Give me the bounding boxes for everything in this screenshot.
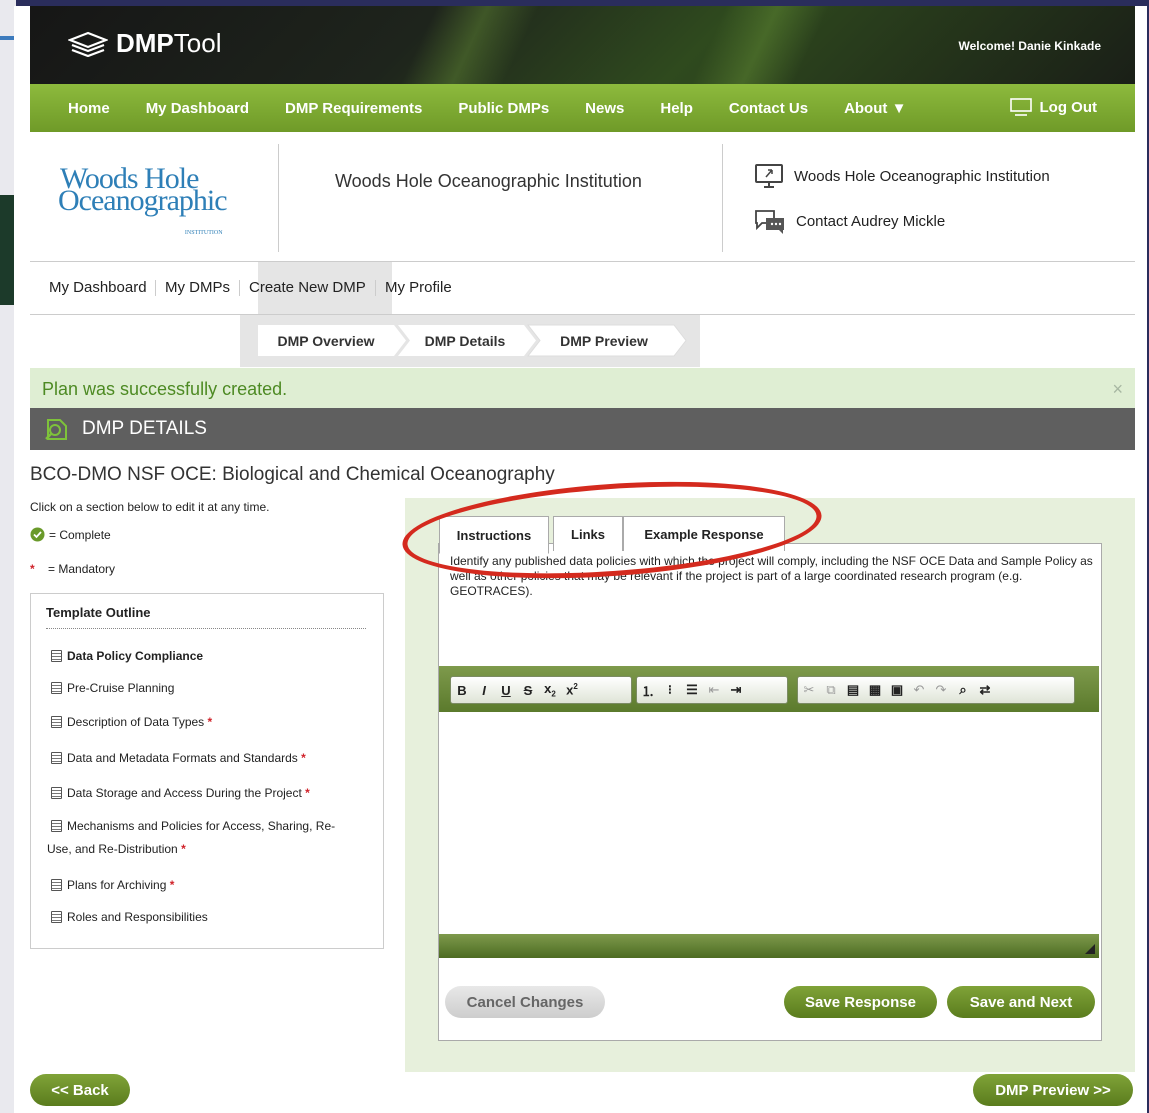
replace-icon[interactable]: ⇄ xyxy=(974,682,996,698)
check-circle-icon xyxy=(30,527,45,542)
document-icon xyxy=(51,650,62,662)
editor-toolbar: B I U S x2 x2 ⒈ ⁝ ☰ ⇤ ⇥ ✂ ⧉ ▤ ▦ ▣ ↶ ↷ ⌕ … xyxy=(439,666,1099,712)
document-icon xyxy=(51,787,62,799)
paste-text-icon[interactable]: ▦ xyxy=(864,682,886,698)
institution-logo: Woods Hole Oceanographic INSTITUTION xyxy=(58,162,228,237)
nav-help[interactable]: Help xyxy=(660,100,693,117)
editor-statusbar xyxy=(439,934,1099,958)
monitor-icon xyxy=(755,164,783,188)
back-button[interactable]: << Back xyxy=(30,1074,130,1106)
outline-item-mechanisms-cont[interactable]: Use, and Re-Distribution * xyxy=(47,838,186,861)
browser-page: DMPTool Welcome! Danie Kinkade Home My D… xyxy=(14,6,1147,1113)
undo-icon[interactable]: ↶ xyxy=(908,682,930,698)
outline-item-formats[interactable]: Data and Metadata Formats and Standards … xyxy=(51,747,306,770)
section-title: DMP DETAILS xyxy=(82,418,207,439)
chat-icon xyxy=(755,210,784,234)
progress-steps: DMP Overview DMP Details DMP Preview xyxy=(240,315,700,367)
outline-item-mechanisms[interactable]: Mechanisms and Policies for Access, Shar… xyxy=(51,815,371,838)
tab-instructions[interactable]: Instructions xyxy=(439,516,549,554)
copy-icon[interactable]: ⧉ xyxy=(820,682,842,698)
user-name: Danie Kinkade xyxy=(1018,39,1101,53)
blockquote-icon[interactable]: ☰ xyxy=(681,682,703,698)
numbered-list-icon[interactable]: ⒈ xyxy=(637,681,659,700)
dmptool-logo-icon xyxy=(68,31,108,57)
find-icon[interactable]: ⌕ xyxy=(952,682,974,698)
nav-news[interactable]: News xyxy=(585,100,624,117)
document-icon xyxy=(51,879,62,891)
indent-icon[interactable]: ⇥ xyxy=(725,682,747,698)
save-and-next-button[interactable]: Save and Next xyxy=(947,986,1095,1018)
bold-button[interactable]: B xyxy=(451,683,473,698)
main-nav: Home My Dashboard DMP Requirements Publi… xyxy=(30,84,1135,132)
monitor-icon xyxy=(1009,98,1032,116)
template-outline: Template Outline Data Policy Compliance … xyxy=(30,593,384,949)
italic-button[interactable]: I xyxy=(473,683,495,698)
nav-contact-us[interactable]: Contact Us xyxy=(729,100,808,117)
site-header: DMPTool Welcome! Danie Kinkade xyxy=(30,6,1135,84)
outline-item-pre-cruise[interactable]: Pre-Cruise Planning xyxy=(51,677,174,700)
help-text: Click on a section below to edit it at a… xyxy=(30,500,270,514)
tab-links[interactable]: Links xyxy=(553,516,623,551)
step-dmp-details[interactable]: DMP Details xyxy=(404,325,526,356)
institution-title: Woods Hole Oceanographic Institution xyxy=(335,171,642,191)
nav-home[interactable]: Home xyxy=(68,100,110,117)
outline-item-archiving[interactable]: Plans for Archiving * xyxy=(51,874,174,897)
logout-button[interactable]: Log Out xyxy=(1009,98,1097,116)
resize-handle-icon[interactable] xyxy=(1085,944,1095,954)
paste-icon[interactable]: ▤ xyxy=(842,682,864,698)
subscript-button[interactable]: x2 xyxy=(539,681,561,699)
dmptool-logo[interactable]: DMPTool xyxy=(68,28,221,59)
logout-label: Log Out xyxy=(1039,98,1097,116)
chevron-down-icon: ▼ xyxy=(891,99,907,117)
nav-about[interactable]: About ▼ xyxy=(844,100,906,117)
step-dmp-overview[interactable]: DMP Overview xyxy=(258,325,394,356)
close-icon[interactable]: × xyxy=(1112,379,1123,400)
outdent-icon[interactable]: ⇤ xyxy=(703,682,725,698)
contact-link[interactable]: Contact Audrey Mickle xyxy=(754,208,945,234)
welcome-text: Welcome! Danie Kinkade xyxy=(958,39,1102,53)
tab-example-response[interactable]: Example Response xyxy=(623,516,785,551)
brand-bold: DMP xyxy=(116,28,174,58)
cancel-changes-button[interactable]: Cancel Changes xyxy=(445,986,605,1018)
alert-message: Plan was successfully created. xyxy=(42,379,288,399)
paste-word-icon[interactable]: ▣ xyxy=(886,682,908,698)
outline-item-roles[interactable]: Roles and Responsibilities xyxy=(51,906,208,929)
outline-header: Template Outline xyxy=(46,605,151,620)
brand-light: Tool xyxy=(173,28,222,58)
document-icon xyxy=(51,911,62,923)
outline-item-data-types[interactable]: Description of Data Types * xyxy=(51,711,212,734)
subnav-my-dmps[interactable]: My DMPs xyxy=(165,279,230,296)
success-alert: Plan was successfully created. × xyxy=(30,368,1135,408)
institution-link[interactable]: Woods Hole Oceanographic Institution xyxy=(754,163,1050,189)
response-editor[interactable] xyxy=(439,712,1099,934)
nav-dmp-requirements[interactable]: DMP Requirements xyxy=(285,100,422,117)
subnav-create-new-dmp[interactable]: Create New DMP xyxy=(249,279,366,296)
subnav-my-profile[interactable]: My Profile xyxy=(385,279,452,296)
save-response-button[interactable]: Save Response xyxy=(784,986,937,1018)
search-icon xyxy=(45,419,67,440)
bulleted-list-icon[interactable]: ⁝ xyxy=(659,682,681,698)
nav-my-dashboard[interactable]: My Dashboard xyxy=(146,100,249,117)
legend-complete: = Complete xyxy=(30,527,111,542)
outline-item-storage[interactable]: Data Storage and Access During the Proje… xyxy=(51,782,310,805)
subnav-my-dashboard[interactable]: My Dashboard xyxy=(49,279,147,296)
superscript-button[interactable]: x2 xyxy=(561,682,583,697)
strikethrough-button[interactable]: S xyxy=(517,683,539,698)
sub-nav: My Dashboard My DMPs Create New DMP My P… xyxy=(30,262,1135,314)
document-icon xyxy=(51,682,62,694)
step-dmp-preview[interactable]: DMP Preview xyxy=(536,325,672,356)
dmp-preview-button[interactable]: DMP Preview >> xyxy=(973,1074,1133,1106)
cut-icon[interactable]: ✂ xyxy=(798,682,820,698)
plan-title: BCO-DMO NSF OCE: Biological and Chemical… xyxy=(30,464,555,485)
redo-icon[interactable]: ↷ xyxy=(930,682,952,698)
document-icon xyxy=(51,716,62,728)
underline-button[interactable]: U xyxy=(495,683,517,698)
document-icon xyxy=(51,820,62,832)
outline-item-data-policy[interactable]: Data Policy Compliance xyxy=(51,645,203,668)
legend-mandatory: * = Mandatory xyxy=(30,562,116,576)
section-header: DMP DETAILS xyxy=(30,408,1135,450)
nav-public-dmps[interactable]: Public DMPs xyxy=(458,100,549,117)
document-icon xyxy=(51,752,62,764)
instructions-text: Identify any published data policies wit… xyxy=(450,554,1093,598)
